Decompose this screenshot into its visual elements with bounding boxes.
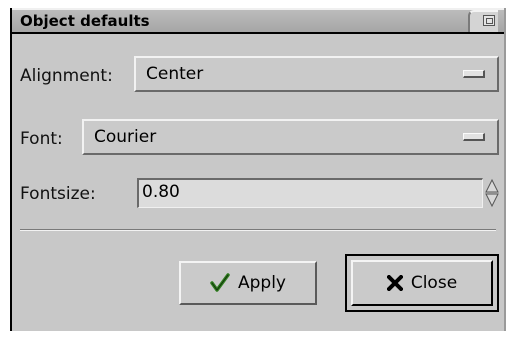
title-tab [468, 10, 498, 32]
font-label: Font: [20, 129, 63, 149]
fontsize-spinner[interactable] [485, 178, 499, 208]
fontsize-input[interactable]: 0.80 [137, 178, 483, 208]
close-button[interactable]: Close [351, 260, 493, 306]
x-icon [386, 275, 403, 291]
option-menu-indicator-icon [463, 70, 485, 78]
window-title: Object defaults [20, 12, 150, 30]
object-defaults-dialog: Object defaults Alignment: Center Font: … [10, 8, 506, 331]
up-down-arrows-icon [485, 178, 499, 208]
font-value: Courier [94, 127, 157, 147]
close-label: Close [410, 273, 458, 293]
option-menu-indicator-icon [463, 133, 485, 141]
checkmark-icon [210, 273, 230, 293]
alignment-label: Alignment: [20, 66, 113, 86]
title-bar[interactable]: Object defaults [12, 8, 504, 34]
window-tab-icon[interactable] [483, 15, 495, 26]
apply-button[interactable]: Apply [179, 261, 317, 305]
separator [20, 229, 496, 231]
apply-label: Apply [238, 273, 286, 293]
alignment-value: Center [146, 64, 204, 84]
alignment-dropdown[interactable]: Center [134, 56, 499, 92]
fontsize-label: Fontsize: [20, 184, 96, 204]
font-dropdown[interactable]: Courier [82, 119, 499, 155]
